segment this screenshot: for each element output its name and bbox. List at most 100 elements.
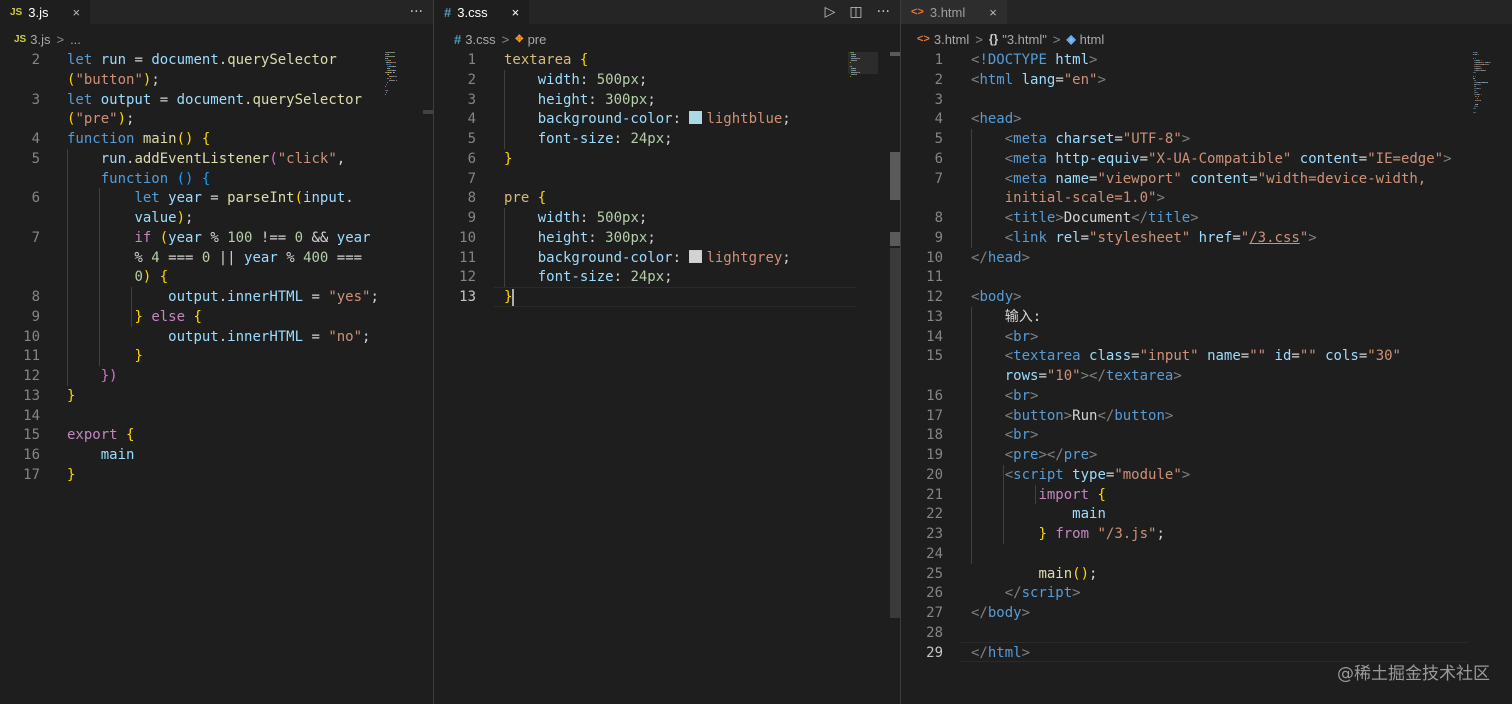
code-line[interactable]: 12 }) xyxy=(0,366,433,386)
code-line[interactable]: 3 xyxy=(901,90,1512,110)
minimap[interactable] xyxy=(1473,52,1503,113)
code-line[interactable]: 12 <body> xyxy=(901,287,1512,307)
code-line[interactable]: 1 <!DOCTYPE html> xyxy=(901,50,1512,70)
code-text: main xyxy=(67,445,135,465)
minimap[interactable] xyxy=(385,52,415,95)
code-editor[interactable]: 1 <!DOCTYPE html> 2 <html lang="en"> 3 4 <head… xyxy=(901,50,1512,704)
code-editor[interactable]: 1 textarea {2 width: 500px; 3 height: 300p… xyxy=(434,50,900,704)
editor-pane-js[interactable]: JS 3.js × ··· JS 3.js > ... 2 let run = d… xyxy=(0,0,433,704)
code-line[interactable]: 21 import { xyxy=(901,485,1512,505)
code-line[interactable]: 10 output.innerHTML = "no"; xyxy=(0,327,433,347)
code-line[interactable]: rows="10"></textarea> xyxy=(901,366,1512,386)
breadcrumb-symbol[interactable]: "3.html" xyxy=(1002,32,1047,47)
code-line[interactable]: value); xyxy=(0,208,433,228)
code-line[interactable]: 27 </body> xyxy=(901,603,1512,623)
vertical-scrollbar-thumb[interactable] xyxy=(890,152,900,200)
code-line[interactable]: 0) { xyxy=(0,267,433,287)
minimap-token xyxy=(394,70,396,71)
code-line[interactable]: 23 } from "/3.js"; xyxy=(901,524,1512,544)
code-line[interactable]: 13} xyxy=(434,287,900,307)
code-line[interactable]: 16 main xyxy=(0,445,433,465)
code-line[interactable]: 11 } xyxy=(0,346,433,366)
code-line[interactable]: 22 main xyxy=(901,504,1512,524)
breadcrumb-file[interactable]: 3.css xyxy=(465,32,495,47)
code-line[interactable]: 26 </script> xyxy=(901,583,1512,603)
code-line[interactable]: % 4 === 0 || year % 400 === xyxy=(0,248,433,268)
code-line[interactable]: 8 pre { xyxy=(434,188,900,208)
code-line[interactable]: 4 <head> xyxy=(901,109,1512,129)
code-line[interactable]: 4 function main() { xyxy=(0,129,433,149)
code-line[interactable]: 6 <meta http-equiv="X-UA-Compatible" con… xyxy=(901,149,1512,169)
breadcrumb-more[interactable]: ... xyxy=(70,32,81,47)
code-token: innerHTML xyxy=(227,289,304,305)
code-line[interactable]: 14 <br> xyxy=(901,327,1512,347)
minimap-slider[interactable] xyxy=(848,52,878,74)
code-line[interactable]: 15 export { xyxy=(0,425,433,445)
breadcrumb-symbol[interactable]: pre xyxy=(528,32,547,47)
code-line[interactable]: 28 xyxy=(901,623,1512,643)
code-line[interactable]: 17 <button>Run</button> xyxy=(901,406,1512,426)
code-line[interactable]: 18 <br> xyxy=(901,425,1512,445)
run-icon[interactable]: ▷ xyxy=(825,4,836,20)
code-line[interactable]: 8 <title>Document</title> xyxy=(901,208,1512,228)
code-line[interactable]: 15 <textarea class="input" name="" id=""… xyxy=(901,346,1512,366)
code-line[interactable]: 11 xyxy=(901,267,1512,287)
code-line[interactable]: 3 let output = document.querySelector xyxy=(0,90,433,110)
color-swatch[interactable] xyxy=(689,111,703,125)
code-line[interactable]: 7 xyxy=(434,169,900,189)
code-line[interactable]: ("button"); xyxy=(0,70,433,90)
code-line[interactable]: 20 <script type="module"> xyxy=(901,465,1512,485)
code-token: 400 xyxy=(303,249,329,266)
code-token: ></ xyxy=(1038,447,1064,463)
code-token: 500px xyxy=(596,71,639,88)
code-line[interactable]: 19 <pre></pre> xyxy=(901,445,1512,465)
vertical-scrollbar[interactable] xyxy=(423,110,433,114)
close-icon[interactable]: × xyxy=(72,5,80,20)
breadcrumb-node[interactable]: html xyxy=(1080,32,1105,47)
code-line[interactable]: function () { xyxy=(0,169,433,189)
split-editor-icon[interactable]: ◫ xyxy=(849,4,862,20)
code-line[interactable]: 5 run.addEventListener("click", xyxy=(0,149,433,169)
more-actions-icon[interactable]: ··· xyxy=(877,4,890,20)
tab-3-css[interactable]: # 3.css × xyxy=(434,0,530,24)
code-line[interactable]: 1 textarea { xyxy=(434,50,900,70)
code-line[interactable]: 6 let year = parseInt(input. xyxy=(0,188,433,208)
code-line[interactable]: 10 </head> xyxy=(901,248,1512,268)
editor-pane-html[interactable]: <> 3.html × <> 3.html > {} "3.html" > ◈ … xyxy=(901,0,1512,704)
code-line[interactable]: 13 输入: xyxy=(901,307,1512,327)
close-icon[interactable]: × xyxy=(989,5,997,20)
code-line[interactable]: ("pre"); xyxy=(0,109,433,129)
code-line[interactable]: 9 } else { xyxy=(0,307,433,327)
code-token: querySelector xyxy=(227,52,337,68)
code-line[interactable]: 8 output.innerHTML = "yes"; xyxy=(0,287,433,307)
code-line[interactable]: 2 <html lang="en"> xyxy=(901,70,1512,90)
more-actions-icon[interactable]: ··· xyxy=(410,4,423,20)
code-line[interactable]: 16 <br> xyxy=(901,386,1512,406)
code-token: addEventListener xyxy=(134,150,270,167)
color-swatch[interactable] xyxy=(689,249,703,263)
code-line[interactable]: 7 if (year % 100 !== 0 && year xyxy=(0,228,433,248)
code-line[interactable]: initial-scale=1.0"> xyxy=(901,188,1512,208)
tab-3-html[interactable]: <> 3.html × xyxy=(901,0,1007,24)
code-token: % xyxy=(277,249,304,266)
breadcrumb-file[interactable]: 3.html xyxy=(934,32,969,47)
code-line[interactable]: 9 <link rel="stylesheet" href="/3.css"> xyxy=(901,228,1512,248)
vertical-scrollbar[interactable] xyxy=(890,52,900,56)
tab-3-js[interactable]: JS 3.js × xyxy=(0,0,91,24)
line-number: 28 xyxy=(926,624,943,641)
code-line[interactable]: 5 <meta charset="UTF-8"> xyxy=(901,129,1512,149)
code-line[interactable]: 14 xyxy=(0,406,433,426)
code-line[interactable]: 17} xyxy=(0,465,433,485)
code-line[interactable]: 2 let run = document.querySelector xyxy=(0,50,433,70)
code-editor[interactable]: 2 let run = document.querySelector ("butto… xyxy=(0,50,433,704)
code-line[interactable]: 25 main(); xyxy=(901,564,1512,584)
code-text: height: 300px; xyxy=(504,90,656,110)
code-line[interactable]: 24 xyxy=(901,544,1512,564)
close-icon[interactable]: × xyxy=(512,5,520,20)
code-line[interactable]: 7 <meta name="viewport" content="width=d… xyxy=(901,169,1512,189)
breadcrumb-file[interactable]: 3.js xyxy=(30,32,50,47)
code-line[interactable]: 13} xyxy=(0,386,433,406)
code-line[interactable]: 6} xyxy=(434,149,900,169)
editor-pane-css[interactable]: # 3.css × ▷ ◫ ··· # 3.css > ✥ pre 1 texta… xyxy=(434,0,900,704)
